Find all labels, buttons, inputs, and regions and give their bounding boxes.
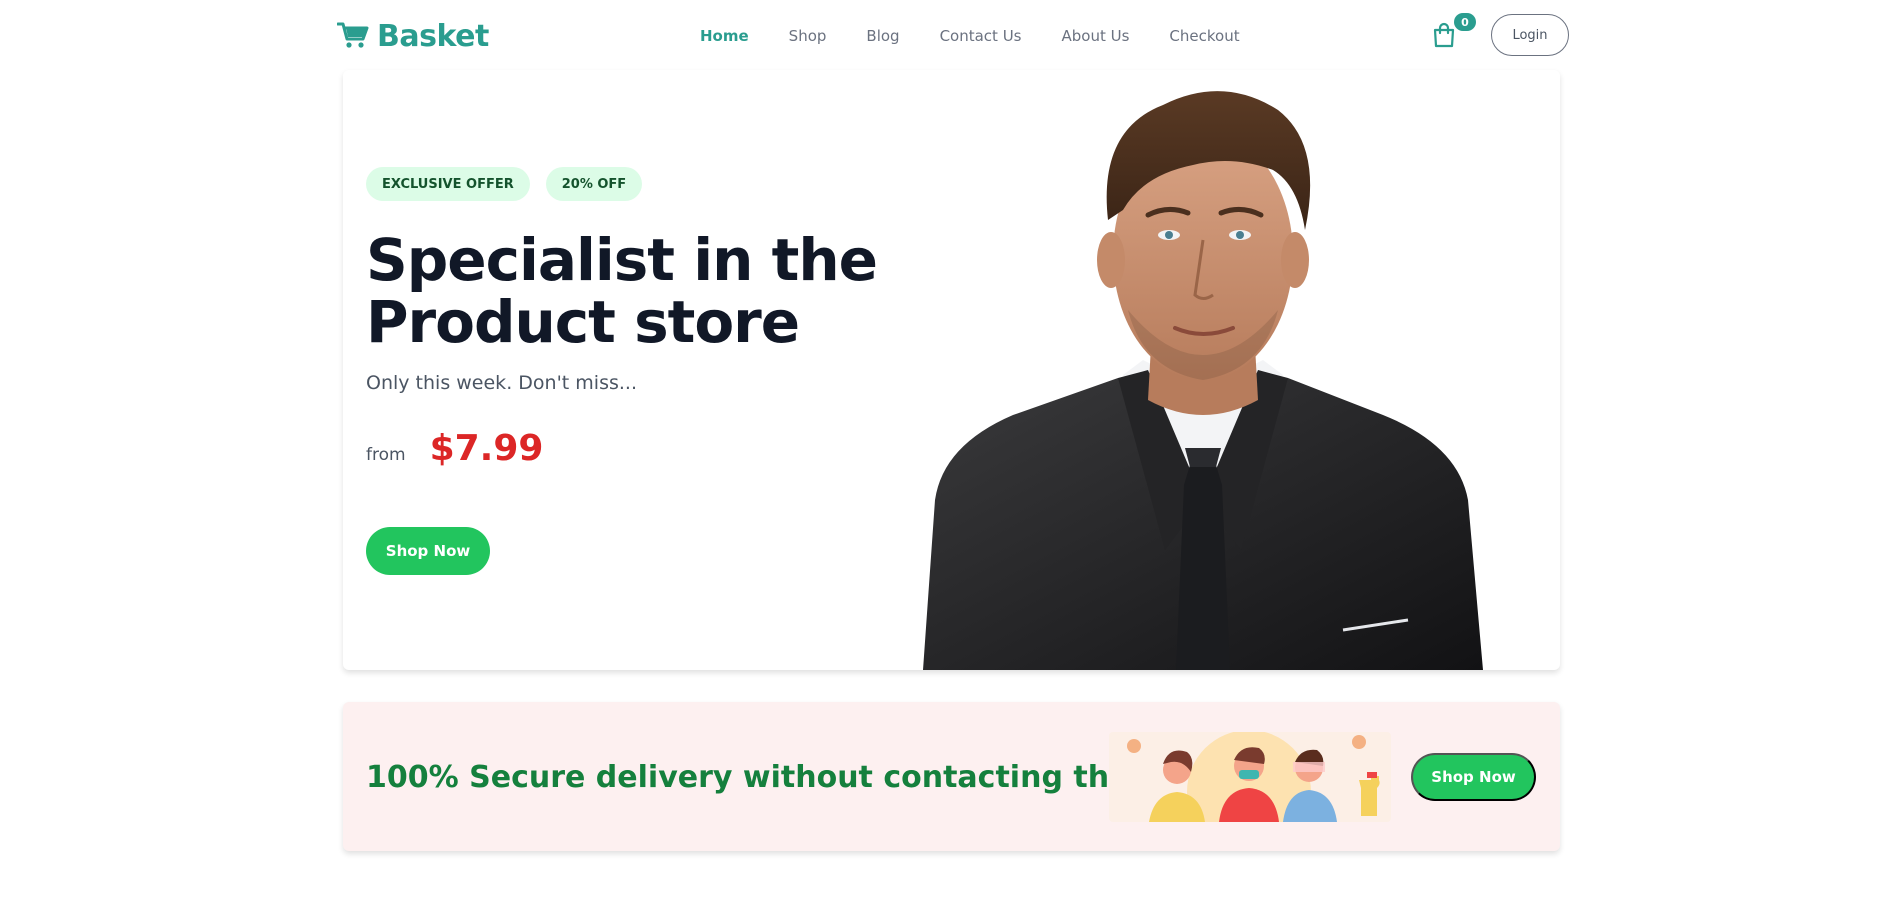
brand-logo[interactable]: Basket [337, 18, 489, 54]
nav-checkout[interactable]: Checkout [1169, 27, 1239, 45]
nav-home[interactable]: Home [700, 27, 749, 45]
model-photo [923, 91, 1483, 670]
delivery-banner: 100% Secure delivery without contacting … [343, 702, 1560, 851]
price-value: $7.99 [429, 428, 544, 469]
nav-contact-us[interactable]: Contact Us [940, 27, 1022, 45]
discount-badge: 20% OFF [545, 167, 643, 201]
nav-about-us[interactable]: About Us [1062, 27, 1130, 45]
delivery-illustration [1109, 732, 1391, 822]
cart-count-badge: 0 [1454, 13, 1476, 31]
hero-shop-now-button[interactable]: Shop Now [366, 527, 490, 575]
price-prefix: from [366, 445, 406, 465]
price-row: from $7.99 [366, 428, 543, 469]
hero-title-line2: Product store [366, 288, 800, 356]
nav-shop[interactable]: Shop [789, 27, 827, 45]
hero-card: EXCLUSIVE OFFER 20% OFF Specialist in th… [343, 70, 1560, 670]
hero-badges: EXCLUSIVE OFFER 20% OFF [366, 167, 643, 201]
navbar: Basket Home Shop Blog Contact Us About U… [0, 0, 1901, 72]
shopping-cart-icon [337, 21, 369, 51]
hero-title-line1: Specialist in the [366, 226, 878, 294]
exclusive-offer-badge: EXCLUSIVE OFFER [366, 167, 530, 201]
login-button[interactable]: Login [1491, 14, 1569, 56]
main-nav: Home Shop Blog Contact Us About Us Check… [700, 24, 1240, 48]
banner-shop-now-button[interactable]: Shop Now [1411, 753, 1536, 801]
nav-blog[interactable]: Blog [866, 27, 899, 45]
hero-title: Specialist in the Product store [366, 229, 966, 353]
brand-name: Basket [377, 18, 489, 54]
hero-subtitle: Only this week. Don't miss... [366, 372, 637, 394]
